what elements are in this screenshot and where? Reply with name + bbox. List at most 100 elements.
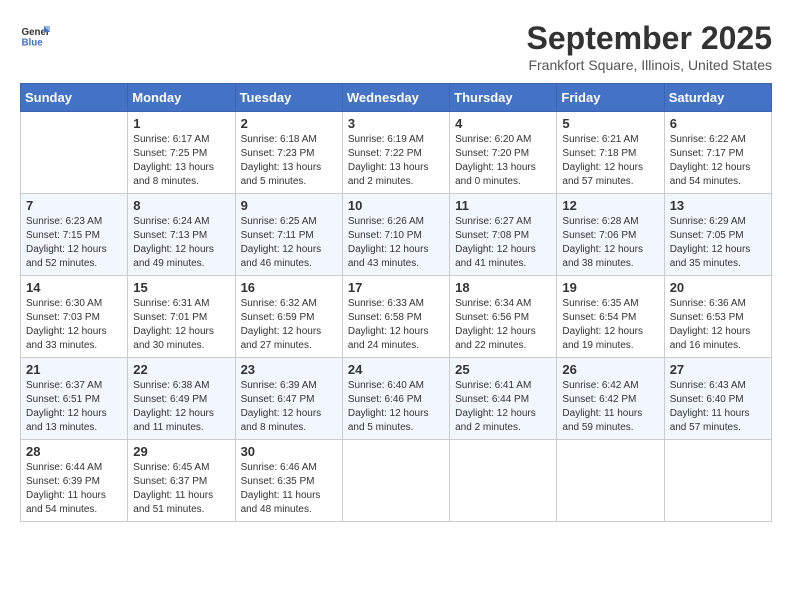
calendar-cell: 23 Sunrise: 6:39 AMSunset: 6:47 PMDayligh… xyxy=(235,358,342,440)
day-info: Sunrise: 6:20 AMSunset: 7:20 PMDaylight:… xyxy=(455,133,551,189)
day-info: Sunrise: 6:31 AMSunset: 7:01 PMDaylight:… xyxy=(133,297,229,353)
day-info: Sunrise: 6:42 AMSunset: 6:42 PMDaylight:… xyxy=(562,379,658,435)
day-number: 10 xyxy=(348,198,444,213)
day-number: 29 xyxy=(133,444,229,459)
calendar-cell: 3 Sunrise: 6:19 AMSunset: 7:22 PMDaylight… xyxy=(342,112,449,194)
day-info: Sunrise: 6:37 AMSunset: 6:51 PMDaylight:… xyxy=(26,379,122,435)
day-info: Sunrise: 6:30 AMSunset: 7:03 PMDaylight:… xyxy=(26,297,122,353)
calendar-cell: 11 Sunrise: 6:27 AMSunset: 7:08 PMDayligh… xyxy=(450,194,557,276)
calendar-cell: 10Sunrise: 6:26 AMSunset: 7:10 PMDayligh… xyxy=(342,194,449,276)
calendar-header-row: SundayMondayTuesdayWednesdayThursdayFrid… xyxy=(21,84,772,112)
calendar-cell xyxy=(664,440,771,522)
day-number: 5 xyxy=(562,116,658,131)
day-info: Sunrise: 6:39 AMSunset: 6:47 PMDaylight:… xyxy=(241,379,337,435)
day-number: 14 xyxy=(26,280,122,295)
day-number: 20 xyxy=(670,280,766,295)
calendar-cell: 17 Sunrise: 6:33 AMSunset: 6:58 PMDayligh… xyxy=(342,276,449,358)
location-title: Frankfort Square, Illinois, United State… xyxy=(527,57,772,73)
day-number: 22 xyxy=(133,362,229,377)
header-day-sunday: Sunday xyxy=(21,84,128,112)
calendar-cell: 1Sunrise: 6:17 AMSunset: 7:25 PMDaylight… xyxy=(128,112,235,194)
day-number: 7 xyxy=(26,198,122,213)
day-info: Sunrise: 6:40 AMSunset: 6:46 PMDaylight:… xyxy=(348,379,444,435)
header-day-thursday: Thursday xyxy=(450,84,557,112)
calendar-cell: 13 Sunrise: 6:29 AMSunset: 7:05 PMDayligh… xyxy=(664,194,771,276)
month-title: September 2025 xyxy=(527,20,772,57)
calendar-cell: 2 Sunrise: 6:18 AMSunset: 7:23 PMDaylight… xyxy=(235,112,342,194)
calendar-week-2: 7 Sunrise: 6:23 AMSunset: 7:15 PMDaylight… xyxy=(21,194,772,276)
day-number: 21 xyxy=(26,362,122,377)
calendar-cell: 24 Sunrise: 6:40 AMSunset: 6:46 PMDayligh… xyxy=(342,358,449,440)
day-number: 24 xyxy=(348,362,444,377)
day-info: Sunrise: 6:32 AMSunset: 6:59 PMDaylight:… xyxy=(241,297,337,353)
day-number: 3 xyxy=(348,116,444,131)
header-day-friday: Friday xyxy=(557,84,664,112)
header-day-tuesday: Tuesday xyxy=(235,84,342,112)
day-info: Sunrise: 6:22 AMSunset: 7:17 PMDaylight:… xyxy=(670,133,766,189)
day-number: 30 xyxy=(241,444,337,459)
header: General Blue September 2025 Frankfort Sq… xyxy=(20,20,772,73)
calendar-cell: 30 Sunrise: 6:46 AMSunset: 6:35 PMDayligh… xyxy=(235,440,342,522)
calendar-cell: 21 Sunrise: 6:37 AMSunset: 6:51 PMDayligh… xyxy=(21,358,128,440)
calendar-cell: 28Sunrise: 6:44 AMSunset: 6:39 PMDayligh… xyxy=(21,440,128,522)
day-number: 11 xyxy=(455,198,551,213)
calendar-week-4: 21 Sunrise: 6:37 AMSunset: 6:51 PMDayligh… xyxy=(21,358,772,440)
calendar-week-1: 1Sunrise: 6:17 AMSunset: 7:25 PMDaylight… xyxy=(21,112,772,194)
day-number: 13 xyxy=(670,198,766,213)
calendar-cell xyxy=(342,440,449,522)
day-number: 8 xyxy=(133,198,229,213)
calendar-cell: 7 Sunrise: 6:23 AMSunset: 7:15 PMDaylight… xyxy=(21,194,128,276)
day-number: 6 xyxy=(670,116,766,131)
day-number: 23 xyxy=(241,362,337,377)
day-info: Sunrise: 6:24 AMSunset: 7:13 PMDaylight:… xyxy=(133,215,229,271)
calendar-week-5: 28Sunrise: 6:44 AMSunset: 6:39 PMDayligh… xyxy=(21,440,772,522)
calendar-cell: 20 Sunrise: 6:36 AMSunset: 6:53 PMDayligh… xyxy=(664,276,771,358)
day-info: Sunrise: 6:29 AMSunset: 7:05 PMDaylight:… xyxy=(670,215,766,271)
calendar-cell: 25Sunrise: 6:41 AMSunset: 6:44 PMDayligh… xyxy=(450,358,557,440)
logo-icon: General Blue xyxy=(20,20,50,50)
day-number: 2 xyxy=(241,116,337,131)
day-info: Sunrise: 6:46 AMSunset: 6:35 PMDaylight:… xyxy=(241,461,337,517)
day-info: Sunrise: 6:44 AMSunset: 6:39 PMDaylight:… xyxy=(26,461,122,517)
day-number: 12 xyxy=(562,198,658,213)
header-day-monday: Monday xyxy=(128,84,235,112)
calendar-cell: 26Sunrise: 6:42 AMSunset: 6:42 PMDayligh… xyxy=(557,358,664,440)
calendar-cell: 14 Sunrise: 6:30 AMSunset: 7:03 PMDayligh… xyxy=(21,276,128,358)
svg-text:Blue: Blue xyxy=(22,38,44,49)
calendar-cell: 19 Sunrise: 6:35 AMSunset: 6:54 PMDayligh… xyxy=(557,276,664,358)
day-info: Sunrise: 6:36 AMSunset: 6:53 PMDaylight:… xyxy=(670,297,766,353)
calendar-cell: 15 Sunrise: 6:31 AMSunset: 7:01 PMDayligh… xyxy=(128,276,235,358)
calendar-cell: 6 Sunrise: 6:22 AMSunset: 7:17 PMDaylight… xyxy=(664,112,771,194)
day-info: Sunrise: 6:35 AMSunset: 6:54 PMDaylight:… xyxy=(562,297,658,353)
day-info: Sunrise: 6:41 AMSunset: 6:44 PMDaylight:… xyxy=(455,379,551,435)
title-area: September 2025 Frankfort Square, Illinoi… xyxy=(527,20,772,73)
calendar-cell: 22 Sunrise: 6:38 AMSunset: 6:49 PMDayligh… xyxy=(128,358,235,440)
day-number: 19 xyxy=(562,280,658,295)
calendar-cell xyxy=(21,112,128,194)
day-info: Sunrise: 6:19 AMSunset: 7:22 PMDaylight:… xyxy=(348,133,444,189)
calendar-cell: 27 Sunrise: 6:43 AMSunset: 6:40 PMDayligh… xyxy=(664,358,771,440)
day-number: 27 xyxy=(670,362,766,377)
day-number: 15 xyxy=(133,280,229,295)
day-info: Sunrise: 6:28 AMSunset: 7:06 PMDaylight:… xyxy=(562,215,658,271)
day-info: Sunrise: 6:45 AMSunset: 6:37 PMDaylight:… xyxy=(133,461,229,517)
day-info: Sunrise: 6:27 AMSunset: 7:08 PMDaylight:… xyxy=(455,215,551,271)
day-info: Sunrise: 6:38 AMSunset: 6:49 PMDaylight:… xyxy=(133,379,229,435)
day-info: Sunrise: 6:25 AMSunset: 7:11 PMDaylight:… xyxy=(241,215,337,271)
calendar-cell: 16Sunrise: 6:32 AMSunset: 6:59 PMDayligh… xyxy=(235,276,342,358)
calendar-cell: 12 Sunrise: 6:28 AMSunset: 7:06 PMDayligh… xyxy=(557,194,664,276)
day-info: Sunrise: 6:23 AMSunset: 7:15 PMDaylight:… xyxy=(26,215,122,271)
day-info: Sunrise: 6:33 AMSunset: 6:58 PMDaylight:… xyxy=(348,297,444,353)
header-day-saturday: Saturday xyxy=(664,84,771,112)
calendar-cell: 29 Sunrise: 6:45 AMSunset: 6:37 PMDayligh… xyxy=(128,440,235,522)
calendar-cell: 18Sunrise: 6:34 AMSunset: 6:56 PMDayligh… xyxy=(450,276,557,358)
calendar-week-3: 14 Sunrise: 6:30 AMSunset: 7:03 PMDayligh… xyxy=(21,276,772,358)
day-info: Sunrise: 6:43 AMSunset: 6:40 PMDaylight:… xyxy=(670,379,766,435)
day-number: 17 xyxy=(348,280,444,295)
header-day-wednesday: Wednesday xyxy=(342,84,449,112)
calendar-cell xyxy=(450,440,557,522)
calendar-table: SundayMondayTuesdayWednesdayThursdayFrid… xyxy=(20,83,772,522)
day-info: Sunrise: 6:34 AMSunset: 6:56 PMDaylight:… xyxy=(455,297,551,353)
day-info: Sunrise: 6:18 AMSunset: 7:23 PMDaylight:… xyxy=(241,133,337,189)
day-number: 4 xyxy=(455,116,551,131)
